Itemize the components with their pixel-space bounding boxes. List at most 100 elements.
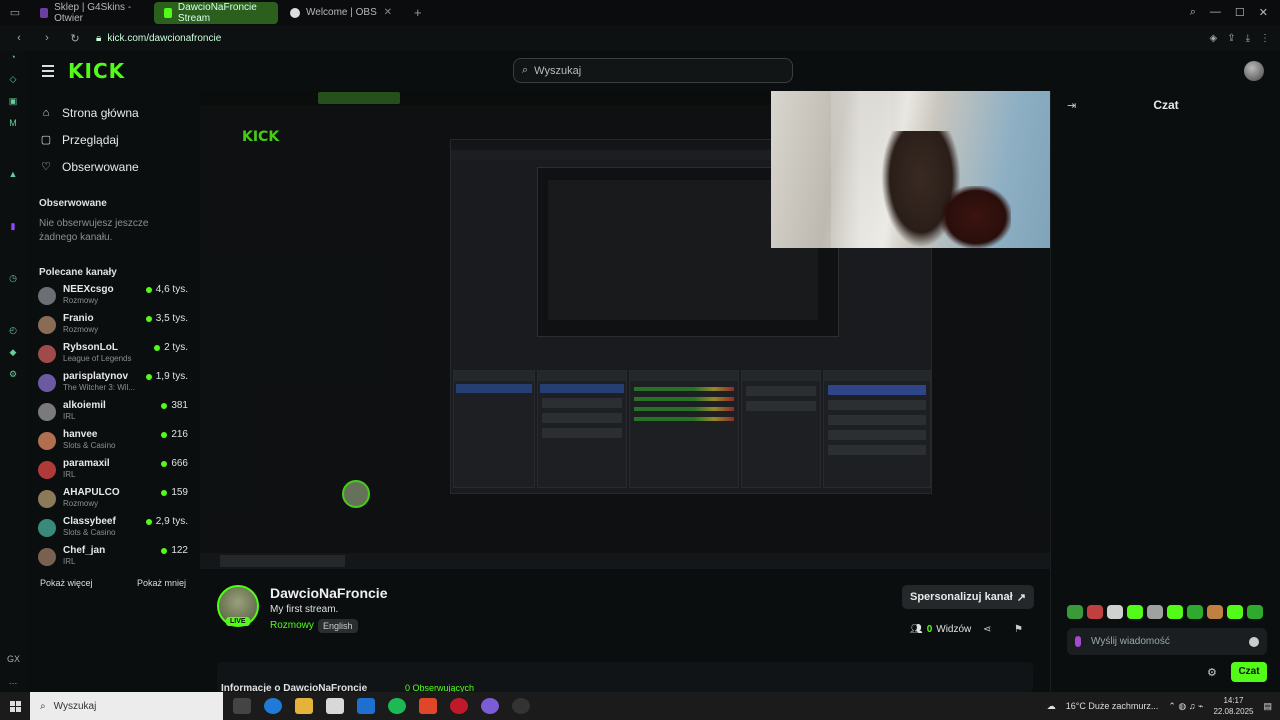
forward-icon[interactable]: › — [38, 32, 56, 44]
recommended-channel[interactable]: paramaxil IRL 666 — [26, 458, 200, 487]
search-tabs-icon[interactable]: ⌕ — [1190, 6, 1196, 19]
chat-panel: ⇥ Czat Wyślij wiadomość ⚙ Czat — [1050, 91, 1280, 692]
download-icon[interactable]: ⤓ — [1246, 33, 1250, 44]
channel-name[interactable]: DawcioNaFroncie — [270, 585, 387, 601]
stream-player[interactable]: KICK — [200, 91, 1050, 569]
browser-tab-obs[interactable]: Welcome | OBS ✕ — [280, 2, 402, 24]
nav-label: Przeglądaj — [62, 132, 119, 147]
search-input[interactable]: ⌕ Wyszukaj — [513, 58, 793, 83]
gx-icon[interactable]: GX — [7, 653, 20, 665]
mail-icon[interactable]: M — [7, 117, 19, 129]
file-explorer-icon[interactable] — [295, 698, 313, 714]
store-icon[interactable] — [326, 698, 344, 714]
messenger-icon[interactable]: ◇ — [7, 73, 19, 85]
share-icon[interactable]: ⇪ — [1227, 33, 1235, 44]
emote-icon[interactable] — [1147, 605, 1163, 619]
weather-text[interactable]: 16°C Duże zachmurz... — [1066, 701, 1159, 711]
emoji-icon[interactable] — [1249, 636, 1259, 647]
chat-message-input[interactable]: Wyślij wiadomość — [1067, 628, 1267, 655]
show-less-button[interactable]: Pokaż mniej — [137, 578, 186, 588]
show-more-button[interactable]: Pokaż więcej — [40, 578, 93, 588]
extensions-side-icon[interactable]: ◆ — [7, 346, 19, 358]
extensions-icon[interactable]: ◈ — [1209, 33, 1217, 44]
live-dot-icon — [145, 315, 152, 322]
notifications-icon[interactable]: ▤ — [1263, 701, 1272, 712]
history-icon[interactable]: ◷ — [7, 272, 19, 284]
emote-icon[interactable] — [1167, 605, 1183, 619]
maximize-icon[interactable]: ☐ — [1235, 6, 1245, 19]
live-dot-icon — [145, 518, 152, 525]
new-tab-button[interactable]: + — [404, 5, 432, 20]
browser-tab-g4skins[interactable]: Sklep | G4Skins - Otwier — [30, 2, 152, 24]
close-tab-icon[interactable]: ✕ — [384, 7, 392, 18]
chat-placeholder: Wyślij wiadomość — [1091, 636, 1170, 647]
tray-icons[interactable]: ⌃ ◍ ♫ ⌁ — [1168, 701, 1203, 712]
chat-settings-icon[interactable]: ⚙ — [1207, 666, 1217, 679]
taskbar-search[interactable]: ⌕ Wyszukaj — [30, 692, 223, 720]
report-icon[interactable]: ⚑ — [1014, 624, 1023, 635]
brave-icon[interactable] — [419, 698, 437, 714]
more-icon[interactable]: … — [7, 675, 19, 687]
close-window-icon[interactable]: ✕ — [1259, 6, 1268, 19]
windows-taskbar: ⌕ Wyszukaj ☁ 16°C Duże zachmurz... ⌃ ◍ ♫… — [0, 692, 1280, 720]
arrow-icon[interactable]: ▲ — [7, 168, 19, 180]
lock-icon: 🔒︎ — [96, 32, 102, 44]
recommended-channel[interactable]: hanvee Slots & Casino 216 — [26, 429, 200, 458]
opera-gx-icon[interactable] — [450, 698, 468, 714]
microphone-icon[interactable] — [1075, 636, 1081, 647]
wallet-icon[interactable]: ▣ — [7, 95, 19, 107]
recommended-channel[interactable]: NEEXcsgo Rozmowy 4,6 tys. — [26, 284, 200, 313]
whatsapp-icon[interactable]: ◔ — [7, 51, 19, 63]
system-clock[interactable]: 14:17 22.08.2025 — [1213, 695, 1253, 717]
spotify-icon[interactable] — [388, 698, 406, 714]
stream-category[interactable]: Rozmowy — [270, 620, 314, 631]
emote-icon[interactable] — [1247, 605, 1263, 619]
chat-send-button[interactable]: Czat — [1231, 662, 1267, 682]
nav-browse[interactable]: ▢ Przeglądaj — [26, 126, 200, 153]
emote-icon[interactable] — [1087, 605, 1103, 619]
browser-tab-kick[interactable]: DawcioNaFroncie Stream — [154, 1, 278, 24]
obs-icon[interactable] — [512, 698, 530, 714]
discord-icon[interactable] — [481, 698, 499, 714]
recommended-channel[interactable]: alkoiemil IRL 381 — [26, 400, 200, 429]
reload-icon[interactable]: ↻ — [66, 32, 84, 45]
emote-icon[interactable] — [1127, 605, 1143, 619]
back-icon[interactable]: ‹ — [10, 32, 28, 44]
nav-following[interactable]: ♡ Obserwowane — [26, 153, 200, 180]
channel-category: Slots & Casino — [63, 528, 116, 537]
customize-channel-button[interactable]: Spersonalizuj kanał ↗ — [902, 585, 1034, 609]
recommended-channel[interactable]: Franio Rozmowy 3,5 tys. — [26, 313, 200, 342]
kick-header: KICK ⌕ Wyszukaj — [26, 51, 1280, 91]
task-view-icon[interactable] — [233, 698, 251, 714]
recommended-channel[interactable]: Classybeef Slots & Casino 2,9 tys. — [26, 516, 200, 545]
menu-icon[interactable]: ⋮ — [1260, 33, 1270, 44]
twitch-icon[interactable]: ▮ — [7, 220, 19, 232]
emote-icon[interactable] — [1107, 605, 1123, 619]
share-channel-icon[interactable]: ⋖ — [983, 624, 991, 635]
edge-icon[interactable] — [264, 698, 282, 714]
settings-icon[interactable]: ⚙ — [7, 368, 19, 380]
channel-viewers: 1,9 tys. — [145, 371, 200, 382]
emote-icon[interactable] — [1187, 605, 1203, 619]
hamburger-menu-icon[interactable] — [42, 65, 54, 80]
nav-home[interactable]: ⌂ Strona główna — [26, 99, 200, 126]
chat-title: Czat — [1153, 98, 1179, 112]
recommended-channel[interactable]: parisplatynov The Witcher 3: Wil... 1,9 ty… — [26, 371, 200, 400]
minimize-icon[interactable]: — — [1210, 6, 1221, 19]
emote-icon[interactable] — [1227, 605, 1243, 619]
clock-icon[interactable]: ◴ — [7, 324, 19, 336]
tab-sidebar-icon[interactable]: ▭ — [0, 0, 30, 25]
url-field[interactable]: 🔒︎ kick.com/dawcionafroncie — [96, 33, 221, 44]
recommended-channel[interactable]: RybsonLoL League of Legends 2 tys. — [26, 342, 200, 371]
outlook-icon[interactable] — [357, 698, 375, 714]
recommended-channel[interactable]: AHAPULCO Rozmowy 159 — [26, 487, 200, 516]
kick-logo[interactable]: KICK — [68, 59, 125, 83]
start-button[interactable] — [0, 692, 30, 720]
channel-avatar — [38, 461, 56, 479]
user-avatar[interactable] — [1244, 61, 1264, 81]
emote-icon[interactable] — [1067, 605, 1083, 619]
language-badge[interactable]: English — [318, 619, 358, 633]
emote-icon[interactable] — [1207, 605, 1223, 619]
recommended-channel[interactable]: Chef_jan IRL 122 — [26, 545, 200, 574]
viewers-number: 0 — [926, 624, 933, 635]
